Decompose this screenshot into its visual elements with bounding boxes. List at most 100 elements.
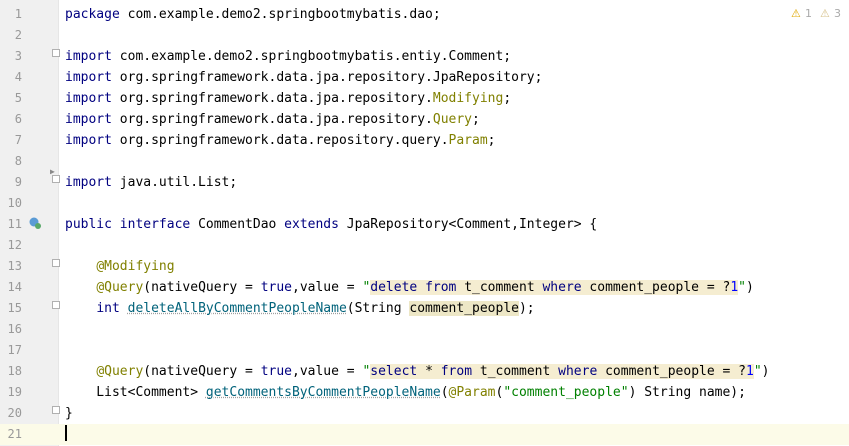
code-line[interactable]: 20} — [0, 403, 849, 424]
code-line[interactable]: 19 List<Comment> getCommentsByCommentPeo… — [0, 382, 849, 403]
code-token: org.springframework.data.jpa.repository. — [111, 91, 433, 106]
line-number: 15 — [7, 301, 22, 315]
code-token: com.example.demo2.springbootmybatis.enti… — [111, 49, 512, 64]
code-editor[interactable]: 1 package com.example.demo2.springbootmyb… — [0, 0, 849, 446]
line-number: 4 — [14, 70, 22, 84]
code-line[interactable]: 2 — [0, 25, 849, 46]
code-line[interactable]: 21 — [0, 424, 849, 445]
weak-warning-icon[interactable]: ⚠ — [820, 7, 830, 21]
code-token: import — [65, 133, 112, 148]
code-token: import — [65, 91, 112, 106]
code-line[interactable]: 4 import org.springframework.data.jpa.rep… — [0, 67, 849, 88]
text-caret — [65, 425, 67, 441]
code-token: 1 — [746, 364, 754, 379]
code-token: "comment_people" — [503, 385, 629, 400]
code-text[interactable]: import com.example.demo2.springbootmybat… — [65, 46, 511, 67]
code-text[interactable]: import java.util.List; — [65, 172, 237, 193]
code-line[interactable]: 11 public interface CommentDao extends Jp… — [0, 214, 849, 235]
fold-method-icon[interactable] — [52, 259, 60, 267]
code-token: @Param — [448, 385, 496, 400]
code-token: org.springframework.data.repository.quer… — [111, 133, 449, 148]
line-number: 20 — [7, 406, 22, 420]
fold-method-end-icon[interactable] — [52, 301, 60, 309]
code-line[interactable]: 17 — [0, 340, 849, 361]
fold-interface-end-icon[interactable] — [52, 406, 60, 414]
code-text[interactable]: import org.springframework.data.jpa.repo… — [65, 109, 480, 130]
code-token: import — [65, 70, 112, 85]
code-token: select — [370, 364, 418, 379]
code-line[interactable]: 13 @Modifying — [0, 256, 849, 277]
code-token: (nativeQuery = — [143, 364, 261, 379]
code-line[interactable]: 7 import org.springframework.data.reposit… — [0, 130, 849, 151]
code-token: @Query — [96, 280, 144, 295]
line-number: 12 — [7, 238, 22, 252]
code-text[interactable]: import org.springframework.data.jpa.repo… — [65, 67, 542, 88]
code-line[interactable]: 15 int deleteAllByCommentPeopleName(Stri… — [0, 298, 849, 319]
code-token: ) String name); — [628, 385, 746, 400]
implemented-interface-icon[interactable] — [28, 216, 42, 230]
line-number: 7 — [14, 133, 22, 147]
line-number: 9 — [14, 175, 22, 189]
warning-icon[interactable]: ⚠ — [791, 7, 801, 21]
code-token: ); — [518, 301, 535, 316]
line-number: 3 — [14, 49, 22, 63]
code-line[interactable]: 1 package com.example.demo2.springbootmyb… — [0, 4, 849, 25]
code-token: getCommentsByCommentPeopleName — [205, 385, 441, 400]
code-token: CommentDao — [190, 217, 285, 232]
code-token: org.springframework.data.jpa.repository. — [111, 112, 433, 127]
code-token: import — [65, 49, 112, 64]
code-line[interactable]: 18 @Query(nativeQuery = true,value = " se… — [0, 361, 849, 382]
code-token: } — [65, 406, 73, 421]
code-line[interactable]: 14 @Query(nativeQuery = true,value = " de… — [0, 277, 849, 298]
code-line[interactable]: 16 — [0, 319, 849, 340]
line-number: 10 — [7, 196, 22, 210]
code-token: Query — [432, 112, 473, 127]
code-token: public — [65, 217, 112, 232]
warning-count: 1 — [805, 7, 812, 20]
code-token: import — [65, 175, 112, 190]
code-token: List<Comment> — [65, 385, 206, 400]
code-token: com.example.demo2.springbootmybatis.dao; — [119, 7, 441, 22]
code-token: @Query — [96, 364, 144, 379]
code-token: Modifying — [432, 91, 504, 106]
weak-warning-count: 3 — [834, 7, 841, 20]
fold-imports-end-icon[interactable] — [52, 175, 60, 183]
code-line[interactable]: 12 — [0, 235, 849, 256]
code-text[interactable]: @Query(nativeQuery = true,value = " selec… — [65, 361, 769, 382]
code-token: ; — [503, 91, 512, 106]
code-text[interactable]: @Query(nativeQuery = true,value = " delet… — [65, 277, 754, 298]
code-token: extends — [284, 217, 339, 232]
code-token: ,value = — [292, 364, 363, 379]
code-token: where — [558, 364, 598, 379]
code-token: 1 — [730, 280, 739, 295]
code-line[interactable]: 5 import org.springframework.data.jpa.rep… — [0, 88, 849, 109]
code-text[interactable]: int deleteAllByCommentPeopleName(String … — [65, 298, 535, 319]
code-text[interactable]: @Modifying — [65, 256, 174, 277]
code-line[interactable]: 10 — [0, 193, 849, 214]
code-text[interactable]: List<Comment> getCommentsByCommentPeople… — [65, 382, 746, 403]
code-line[interactable]: 3 import com.example.demo2.springbootmyba… — [0, 46, 849, 67]
code-text[interactable]: import org.springframework.data.reposito… — [65, 130, 495, 151]
code-token: interface — [119, 217, 191, 232]
code-line[interactable]: 8 — [0, 151, 849, 172]
code-text[interactable]: public interface CommentDao extends JpaR… — [65, 214, 597, 235]
code-token: (String — [346, 301, 410, 316]
code-line[interactable]: 6 import org.springframework.data.jpa.rep… — [0, 109, 849, 130]
code-token: ( — [440, 385, 449, 400]
code-token: ) — [745, 280, 754, 295]
line-number: 18 — [7, 364, 22, 378]
code-token: from — [440, 364, 473, 379]
line-number: 5 — [14, 91, 22, 105]
code-text[interactable]: } — [65, 403, 73, 424]
fold-imports-icon[interactable] — [52, 49, 60, 57]
code-token: int — [96, 301, 120, 316]
code-token: deleteAllByCommentPeopleName — [127, 301, 347, 316]
line-number: 21 — [7, 427, 22, 441]
code-text[interactable]: package com.example.demo2.springbootmyba… — [65, 4, 441, 25]
code-token: (nativeQuery = — [143, 280, 261, 295]
code-text[interactable]: import org.springframework.data.jpa.repo… — [65, 88, 511, 109]
line-number: 1 — [14, 7, 22, 21]
code-line[interactable]: 9 import java.util.List; — [0, 172, 849, 193]
